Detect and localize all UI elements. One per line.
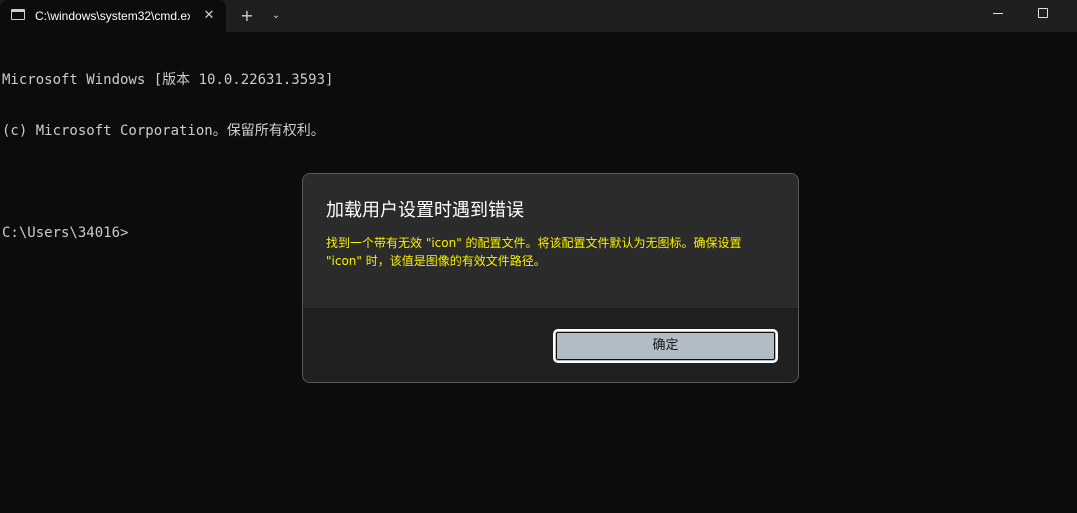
terminal-window: C:\windows\system32\cmd.exe ✕ + ⌄ Micros… [0,0,1077,513]
tab-title: C:\windows\system32\cmd.exe [35,9,190,23]
tab-cmd[interactable]: C:\windows\system32\cmd.exe ✕ [0,0,226,32]
plus-icon[interactable]: + [236,6,258,26]
dialog-title: 加载用户设置时遇到错误 [326,200,524,221]
minimize-icon [993,13,1003,14]
terminal-line: Microsoft Windows [版本 10.0.22631.3593] [2,72,334,88]
error-dialog: 加载用户设置时遇到错误 找到一个带有无效 "icon" 的配置文件。将该配置文件… [302,173,799,383]
chevron-down-icon[interactable]: ⌄ [266,6,286,26]
dialog-message: 找到一个带有无效 "icon" 的配置文件。将该配置文件默认为无图标。确保设置 … [326,236,742,268]
terminal-icon [11,9,25,20]
close-icon[interactable]: ✕ [199,6,219,26]
dialog-footer: 确定 [303,308,798,382]
title-bar[interactable]: C:\windows\system32\cmd.exe ✕ + ⌄ [0,0,1077,32]
terminal-line: (c) Microsoft Corporation。保留所有权利。 [2,123,325,139]
minimize-button[interactable] [975,0,1021,28]
dialog-body: 加载用户设置时遇到错误 找到一个带有无效 "icon" 的配置文件。将该配置文件… [303,174,798,308]
maximize-button[interactable] [1021,0,1067,28]
ok-button[interactable]: 确定 [553,329,778,363]
maximize-icon [1038,8,1048,18]
